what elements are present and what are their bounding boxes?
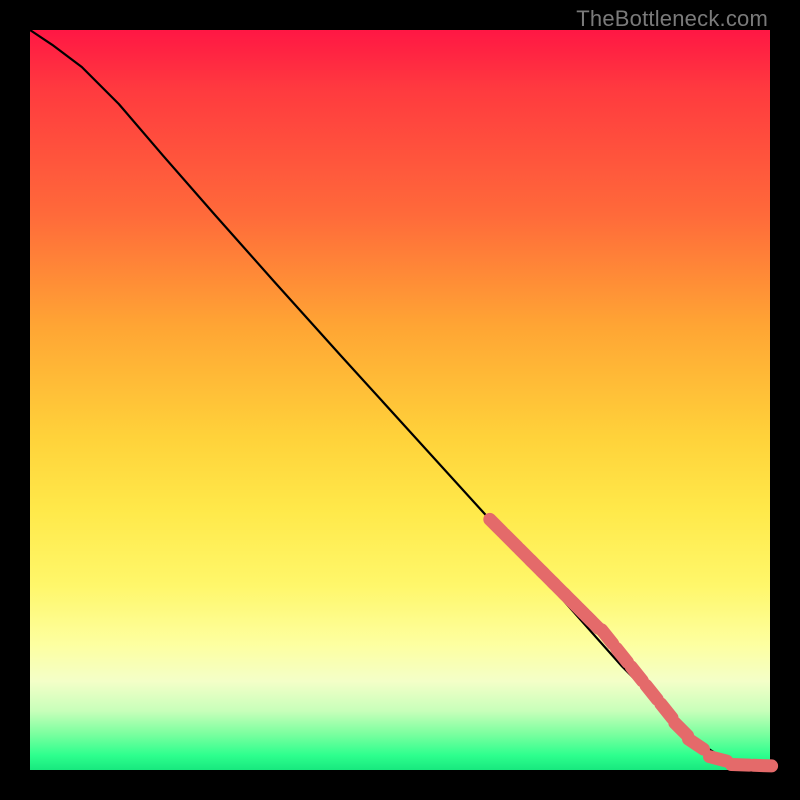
marker-point [646, 685, 657, 699]
curve-line [30, 30, 770, 766]
marker-point [616, 648, 627, 662]
marker-point [631, 667, 642, 681]
plot-area [30, 30, 770, 770]
marker-group [490, 519, 772, 766]
watermark-label: TheBottleneck.com [576, 6, 768, 32]
marker-point [731, 765, 749, 766]
marker-point [661, 704, 672, 718]
marker-point [754, 765, 772, 766]
marker-point [710, 757, 727, 762]
chart-svg [30, 30, 770, 770]
marker-point [602, 630, 613, 644]
marker-point [689, 739, 704, 749]
chart-frame: TheBottleneck.com [0, 0, 800, 800]
